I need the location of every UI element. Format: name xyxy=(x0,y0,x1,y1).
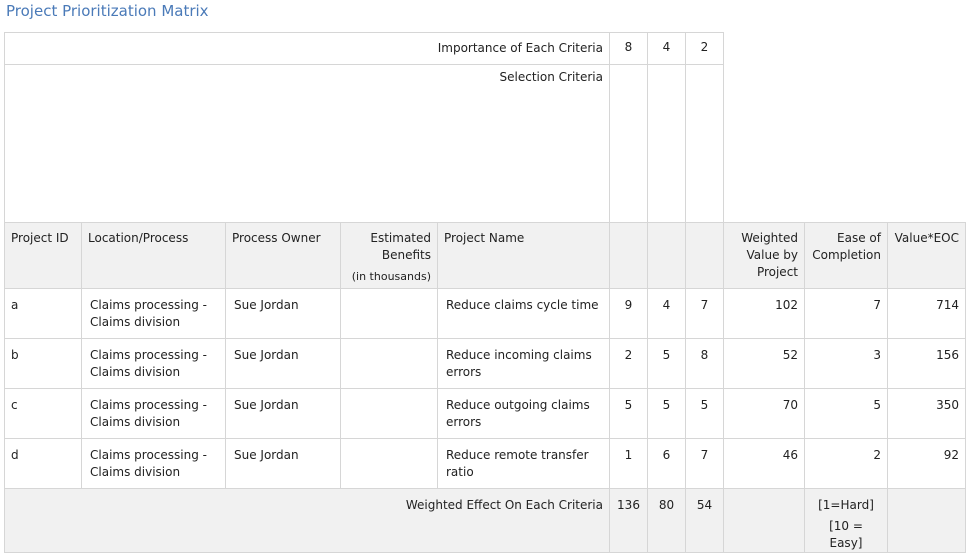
col-criteria-1 xyxy=(609,222,648,289)
table-row: b Claims processing - Claims division Su… xyxy=(4,338,966,389)
ease-scale-hard: [1=Hard] xyxy=(818,498,874,512)
row-criteria-3[interactable]: 7 xyxy=(685,288,724,339)
row-ease[interactable]: 7 xyxy=(804,288,888,339)
row-criteria-1[interactable]: 9 xyxy=(609,288,648,339)
row-benefits[interactable] xyxy=(340,438,438,489)
criteria-name-1[interactable] xyxy=(609,64,648,223)
row-project-id[interactable]: a xyxy=(4,288,82,339)
footer-value-1: 136 xyxy=(609,488,648,553)
column-header-row: Project ID Location/Process Process Owne… xyxy=(4,222,966,289)
col-value-eoc: Value*EOC xyxy=(887,222,966,289)
footer-value-3: 54 xyxy=(685,488,724,553)
selection-criteria-row: Selection Criteria xyxy=(4,64,966,223)
table-row: c Claims processing - Claims division Su… xyxy=(4,388,966,439)
table-row: a Claims processing - Claims division Su… xyxy=(4,288,966,339)
prioritization-matrix: Importance of Each Criteria 8 4 2 Select… xyxy=(4,32,966,553)
row-ease[interactable]: 2 xyxy=(804,438,888,489)
row-project-name[interactable]: Reduce claims cycle time xyxy=(437,288,610,339)
criteria-name-2[interactable] xyxy=(647,64,686,223)
row-ease[interactable]: 5 xyxy=(804,388,888,439)
row-criteria-1[interactable]: 2 xyxy=(609,338,648,389)
row-benefits[interactable] xyxy=(340,338,438,389)
col-project-name: Project Name xyxy=(437,222,610,289)
row-owner[interactable]: Sue Jordan xyxy=(225,288,341,339)
footer-weighted-blank xyxy=(723,488,805,553)
row-project-id[interactable]: d xyxy=(4,438,82,489)
row-location[interactable]: Claims processing - Claims division xyxy=(81,388,226,439)
row-owner[interactable]: Sue Jordan xyxy=(225,388,341,439)
row-weighted[interactable]: 70 xyxy=(723,388,805,439)
col-criteria-3 xyxy=(685,222,724,289)
importance-label: Importance of Each Criteria xyxy=(4,32,610,65)
footer-value-eoc-blank xyxy=(887,488,966,553)
footer-label: Weighted Effect On Each Criteria xyxy=(4,488,610,553)
col-owner: Process Owner xyxy=(225,222,341,289)
row-weighted[interactable]: 46 xyxy=(723,438,805,489)
selection-criteria-label: Selection Criteria xyxy=(4,64,610,223)
ease-scale-note: [1=Hard] [10 = Easy] xyxy=(804,488,888,553)
importance-value-1[interactable]: 8 xyxy=(609,32,648,65)
importance-row: Importance of Each Criteria 8 4 2 xyxy=(4,32,966,65)
col-location: Location/Process xyxy=(81,222,226,289)
row-project-name[interactable]: Reduce remote transfer ratio xyxy=(437,438,610,489)
row-criteria-3[interactable]: 5 xyxy=(685,388,724,439)
importance-value-3[interactable]: 2 xyxy=(685,32,724,65)
row-owner[interactable]: Sue Jordan xyxy=(225,438,341,489)
col-criteria-2 xyxy=(647,222,686,289)
row-location[interactable]: Claims processing - Claims division xyxy=(81,438,226,489)
row-weighted[interactable]: 102 xyxy=(723,288,805,339)
row-value-eoc[interactable]: 714 xyxy=(887,288,966,339)
row-value-eoc[interactable]: 92 xyxy=(887,438,966,489)
row-criteria-2[interactable]: 5 xyxy=(647,388,686,439)
col-benefits-label: Estimated Benefits xyxy=(370,231,431,262)
importance-value-2[interactable]: 4 xyxy=(647,32,686,65)
row-owner[interactable]: Sue Jordan xyxy=(225,338,341,389)
col-benefits: Estimated Benefits (in thousands) xyxy=(340,222,438,289)
row-location[interactable]: Claims processing - Claims division xyxy=(81,338,226,389)
row-project-id[interactable]: c xyxy=(4,388,82,439)
row-value-eoc[interactable]: 350 xyxy=(887,388,966,439)
row-criteria-2[interactable]: 5 xyxy=(647,338,686,389)
footer-row: Weighted Effect On Each Criteria 136 80 … xyxy=(4,488,966,553)
row-criteria-1[interactable]: 1 xyxy=(609,438,648,489)
row-weighted[interactable]: 52 xyxy=(723,338,805,389)
footer-value-2: 80 xyxy=(647,488,686,553)
row-project-name[interactable]: Reduce incoming claims errors xyxy=(437,338,610,389)
row-project-id[interactable]: b xyxy=(4,338,82,389)
col-weighted: Weighted Value by Project xyxy=(723,222,805,289)
row-criteria-1[interactable]: 5 xyxy=(609,388,648,439)
col-benefits-sub: (in thousands) xyxy=(351,270,431,283)
row-ease[interactable]: 3 xyxy=(804,338,888,389)
row-benefits[interactable] xyxy=(340,388,438,439)
row-criteria-2[interactable]: 6 xyxy=(647,438,686,489)
col-project-id: Project ID xyxy=(4,222,82,289)
criteria-name-3[interactable] xyxy=(685,64,724,223)
row-project-name[interactable]: Reduce outgoing claims errors xyxy=(437,388,610,439)
table-row: d Claims processing - Claims division Su… xyxy=(4,438,966,489)
row-criteria-3[interactable]: 7 xyxy=(685,438,724,489)
row-criteria-3[interactable]: 8 xyxy=(685,338,724,389)
row-location[interactable]: Claims processing - Claims division xyxy=(81,288,226,339)
row-benefits[interactable] xyxy=(340,288,438,339)
row-value-eoc[interactable]: 156 xyxy=(887,338,966,389)
page-title: Project Prioritization Matrix xyxy=(6,2,209,20)
row-criteria-2[interactable]: 4 xyxy=(647,288,686,339)
col-ease: Ease of Completion xyxy=(804,222,888,289)
